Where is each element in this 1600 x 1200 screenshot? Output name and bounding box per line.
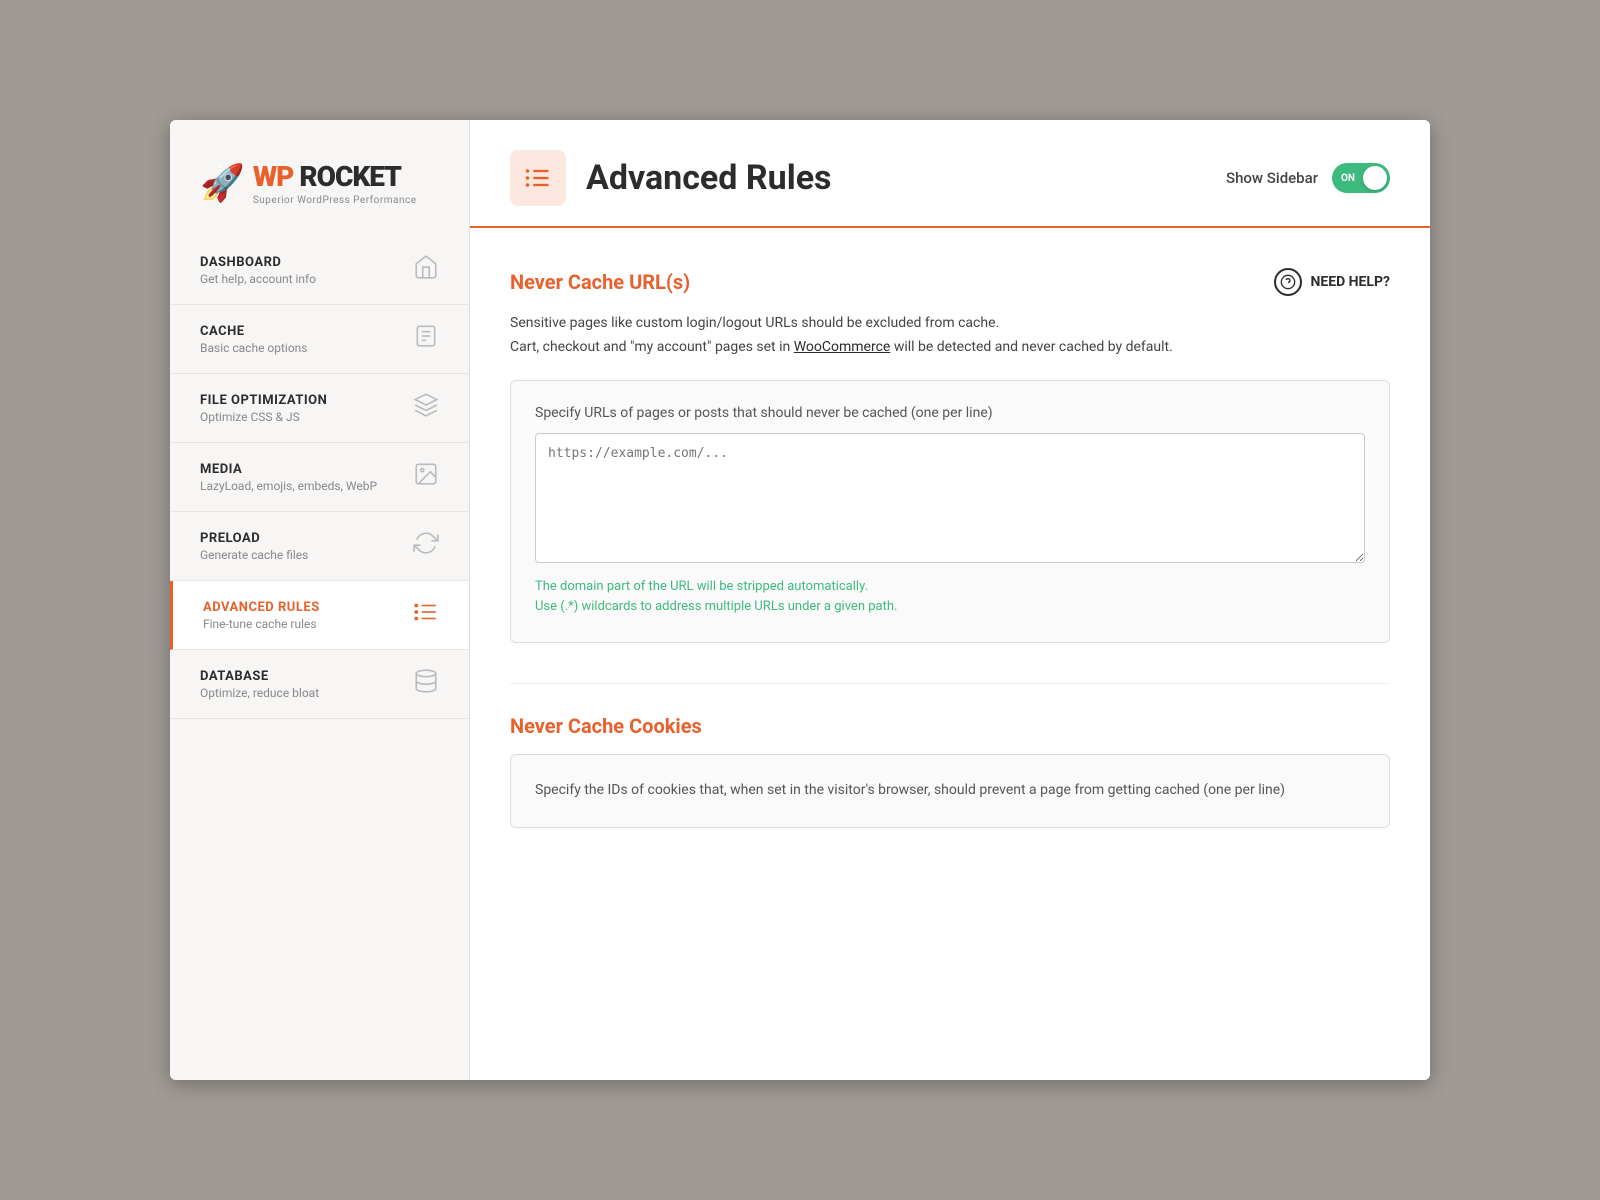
sidebar-item-file-optimization[interactable]: FILE OPTIMIZATION Optimize CSS & JS xyxy=(170,374,469,443)
show-sidebar-toggle[interactable]: ON xyxy=(1332,163,1390,193)
nav-title-advanced-rules: ADVANCED RULES xyxy=(203,600,320,615)
nav-subtitle-file-optimization: Optimize CSS & JS xyxy=(200,410,327,424)
sidebar: 🚀 WP ROCKET Superior WordPress Performan… xyxy=(170,120,470,1080)
sidebar-item-cache[interactable]: CACHE Basic cache options xyxy=(170,305,469,374)
cookies-box-label: Specify the IDs of cookies that, when se… xyxy=(535,779,1365,803)
never-cache-urls-section: Never Cache URL(s) NEED HELP? xyxy=(510,268,1390,643)
never-cache-cookies-box: Specify the IDs of cookies that, when se… xyxy=(510,754,1390,828)
page-icon xyxy=(510,150,566,206)
main-content-area: Advanced Rules Show Sidebar ON Never Cac… xyxy=(470,120,1430,1080)
main-header: Advanced Rules Show Sidebar ON xyxy=(470,120,1430,228)
need-help-button[interactable]: NEED HELP? xyxy=(1274,268,1390,296)
show-sidebar-label: Show Sidebar xyxy=(1226,169,1318,187)
media-icon xyxy=(413,461,439,493)
never-cache-urls-description: Sensitive pages like custom login/logout… xyxy=(510,312,1390,360)
logo-area: 🚀 WP ROCKET Superior WordPress Performan… xyxy=(170,150,469,236)
nav-subtitle-media: LazyLoad, emojis, embeds, WebP xyxy=(200,479,377,493)
urls-textarea[interactable] xyxy=(535,433,1365,563)
hint-line-1: The domain part of the URL will be strip… xyxy=(535,577,1365,598)
need-help-label: NEED HELP? xyxy=(1310,274,1390,290)
section-header-urls: Never Cache URL(s) NEED HELP? xyxy=(510,268,1390,296)
hint-line-2: Use (.*) wildcards to address multiple U… xyxy=(535,597,1365,618)
sidebar-item-advanced-rules[interactable]: ADVANCED RULES Fine-tune cache rules xyxy=(170,581,469,650)
nav-title-media: MEDIA xyxy=(200,462,377,477)
desc-line-1: Sensitive pages like custom login/logout… xyxy=(510,315,999,331)
nav-title-preload: PRELOAD xyxy=(200,531,308,546)
need-help-icon xyxy=(1274,268,1302,296)
nav-title-database: DATABASE xyxy=(200,669,319,684)
nav-subtitle-database: Optimize, reduce bloat xyxy=(200,686,319,700)
sidebar-item-dashboard[interactable]: DASHBOARD Get help, account info xyxy=(170,236,469,305)
rocket-icon: 🚀 xyxy=(200,162,245,204)
advanced-rules-icon xyxy=(413,599,439,631)
nav-subtitle-cache: Basic cache options xyxy=(200,341,308,355)
woocommerce-link[interactable]: WooCommerce xyxy=(794,339,891,355)
section-divider xyxy=(510,683,1390,684)
sidebar-item-media[interactable]: MEDIA LazyLoad, emojis, embeds, WebP xyxy=(170,443,469,512)
page-title: Advanced Rules xyxy=(586,158,832,198)
toggle-knob xyxy=(1363,166,1387,190)
logo-wp: WP xyxy=(253,160,294,193)
nav-title-file-optimization: FILE OPTIMIZATION xyxy=(200,393,327,408)
database-icon xyxy=(413,668,439,700)
nav-title-dashboard: DASHBOARD xyxy=(200,255,316,270)
sidebar-item-database[interactable]: DATABASE Optimize, reduce bloat xyxy=(170,650,469,719)
preload-icon xyxy=(413,530,439,562)
never-cache-cookies-section: Never Cache Cookies Specify the IDs of c… xyxy=(510,714,1390,828)
logo-rocket: ROCKET xyxy=(299,160,401,193)
cache-icon xyxy=(413,323,439,355)
sidebar-item-preload[interactable]: PRELOAD Generate cache files xyxy=(170,512,469,581)
never-cache-urls-box: Specify URLs of pages or posts that shou… xyxy=(510,380,1390,644)
never-cache-urls-title: Never Cache URL(s) xyxy=(510,270,690,294)
toggle-label: ON xyxy=(1341,173,1355,184)
logo: 🚀 WP ROCKET Superior WordPress Performan… xyxy=(200,160,439,206)
dashboard-icon xyxy=(413,254,439,286)
nav-subtitle-advanced-rules: Fine-tune cache rules xyxy=(203,617,320,631)
nav-title-cache: CACHE xyxy=(200,324,308,339)
nav-subtitle-dashboard: Get help, account info xyxy=(200,272,316,286)
logo-tagline: Superior WordPress Performance xyxy=(253,195,417,206)
desc-line-2-pre: Cart, checkout and "my account" pages se… xyxy=(510,339,794,355)
urls-box-label: Specify URLs of pages or posts that shou… xyxy=(535,405,1365,421)
urls-hint: The domain part of the URL will be strip… xyxy=(535,577,1365,619)
never-cache-cookies-title: Never Cache Cookies xyxy=(510,714,702,738)
app-window: 🚀 WP ROCKET Superior WordPress Performan… xyxy=(170,120,1430,1080)
section-header-cookies: Never Cache Cookies xyxy=(510,714,1390,738)
main-scroll-content: Never Cache URL(s) NEED HELP? xyxy=(470,228,1430,908)
nav-subtitle-preload: Generate cache files xyxy=(200,548,308,562)
file-optimization-icon xyxy=(413,392,439,424)
desc-line-2-post: will be detected and never cached by def… xyxy=(890,339,1172,355)
